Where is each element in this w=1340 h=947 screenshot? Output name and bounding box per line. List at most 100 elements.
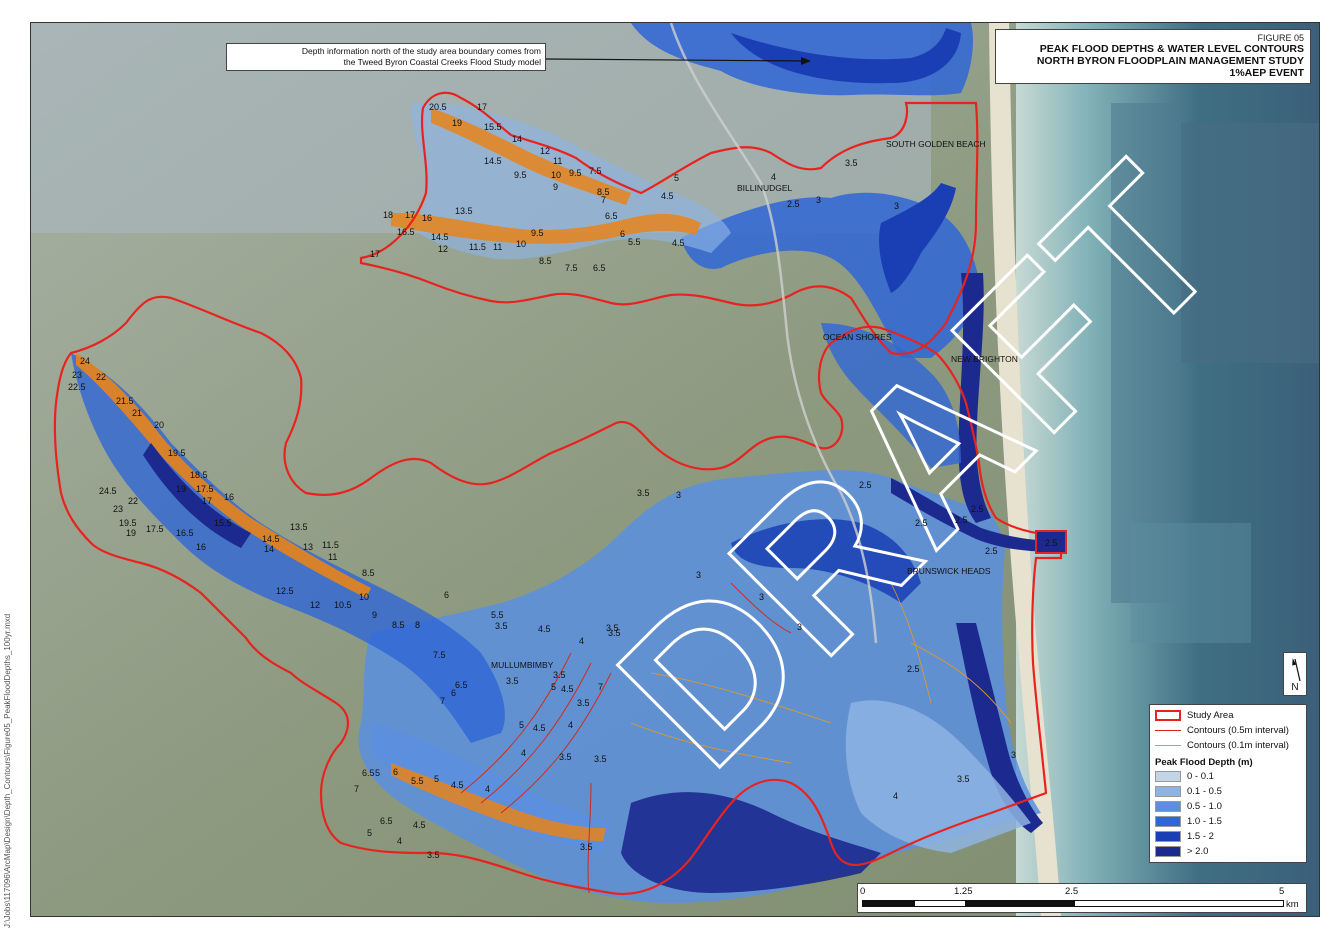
contour-label: 9.5 xyxy=(514,170,527,180)
file-path: J:\Jobs\117096\ArcMap\Design\Depth_Conto… xyxy=(3,613,12,928)
scale-segment-2 xyxy=(914,900,966,907)
contour-label: 4.5 xyxy=(672,238,685,248)
contour-label: 23 xyxy=(72,370,82,380)
legend-class-label: 1.5 - 2 xyxy=(1187,831,1214,842)
place-mullumbimby: MULLUMBIMBY xyxy=(491,660,554,670)
contour-label: 16.5 xyxy=(176,528,194,538)
contour-label: 4.5 xyxy=(538,624,551,634)
scale-segment-3 xyxy=(966,900,1074,907)
contour-label: 5.5 xyxy=(628,237,641,247)
map-frame[interactable]: DRAFT SOUTH GOLDEN BEACH BILLINUDGEL OCE… xyxy=(30,22,1320,917)
contour-label: 3 xyxy=(797,622,802,632)
legend-class-swatch xyxy=(1155,816,1181,827)
map-canvas[interactable]: DRAFT SOUTH GOLDEN BEACH BILLINUDGEL OCE… xyxy=(31,23,1319,916)
place-ocean-shores: OCEAN SHORES xyxy=(823,332,892,342)
legend: Study Area Contours (0.5m interval) Cont… xyxy=(1149,704,1307,863)
contour-label: 9 xyxy=(372,610,377,620)
contour-label: 3 xyxy=(816,195,821,205)
contour-label: 2.5 xyxy=(985,546,998,556)
contour-label: 2.5 xyxy=(971,504,984,514)
contour-label: 21 xyxy=(132,408,142,418)
contour-label: 17 xyxy=(370,249,380,259)
contour-label: 3.5 xyxy=(506,676,519,686)
contour-label: 23 xyxy=(113,504,123,514)
legend-class-label: > 2.0 xyxy=(1187,846,1209,857)
contour-label: 14.5 xyxy=(484,156,502,166)
contour-label: 4 xyxy=(521,748,526,758)
contour-label: 17 xyxy=(405,210,415,220)
contour-label: 20.5 xyxy=(429,102,447,112)
contour-label: 22 xyxy=(96,372,106,382)
legend-contour-05-swatch xyxy=(1155,730,1181,731)
contour-label: 6.5 xyxy=(593,263,606,273)
contour-label: 12.5 xyxy=(276,586,294,596)
contour-label: 19 xyxy=(176,484,186,494)
contour-label: 21.5 xyxy=(116,396,134,406)
legend-contour-01-swatch xyxy=(1155,745,1181,746)
source-note: Depth information north of the study are… xyxy=(226,43,546,71)
contour-label: 22.5 xyxy=(68,382,86,392)
contour-label: 5 xyxy=(551,682,556,692)
contour-label: 6.5 xyxy=(362,768,375,778)
title-block: FIGURE 05 PEAK FLOOD DEPTHS & WATER LEVE… xyxy=(995,29,1311,84)
contour-label: 10 xyxy=(516,239,526,249)
legend-class-label: 0 - 0.1 xyxy=(1187,771,1214,782)
contour-label: 8.5 xyxy=(362,568,375,578)
contour-label: 2.5 xyxy=(915,518,928,528)
source-note-line-2: the Tweed Byron Coastal Creeks Flood Stu… xyxy=(343,57,541,67)
contour-label: 4 xyxy=(485,784,490,794)
legend-depth-title: Peak Flood Depth (m) xyxy=(1155,756,1253,768)
contour-label: 2.5 xyxy=(787,199,800,209)
sea-tile-3 xyxy=(1131,523,1251,643)
north-letter: N xyxy=(1291,682,1299,693)
contour-label: 8.5 xyxy=(392,620,405,630)
contour-label: 5.5 xyxy=(411,776,424,786)
title-line-2: NORTH BYRON FLOODPLAIN MANAGEMENT STUDY xyxy=(1036,55,1304,67)
contour-label: 5 xyxy=(674,173,679,183)
contour-label: 19 xyxy=(126,528,136,538)
legend-class: 0 - 0.1 xyxy=(1155,769,1301,784)
contour-label: 17 xyxy=(202,496,212,506)
contour-label: 6 xyxy=(444,590,449,600)
contour-label: 7.5 xyxy=(589,166,602,176)
contour-label: 2.5 xyxy=(955,515,968,525)
contour-label: 3.5 xyxy=(845,158,858,168)
contour-label: 4 xyxy=(397,836,402,846)
scale-tick-2: 2.5 xyxy=(1065,886,1079,897)
contour-label: 9 xyxy=(553,182,558,192)
contour-label: 17 xyxy=(477,102,487,112)
contour-label: 14 xyxy=(264,544,274,554)
contour-label: 24.5 xyxy=(99,486,117,496)
contour-label: 10.5 xyxy=(334,600,352,610)
contour-label: 13.5 xyxy=(455,206,473,216)
contour-label: 5 xyxy=(367,828,372,838)
legend-study-area-label: Study Area xyxy=(1187,710,1234,721)
contour-label: 4.5 xyxy=(661,191,674,201)
contour-label: 6.5 xyxy=(380,816,393,826)
place-new-brighton: NEW BRIGHTON xyxy=(951,354,1018,364)
contour-label: 4 xyxy=(579,636,584,646)
contour-label: 3.5 xyxy=(608,628,621,638)
place-brunswick-heads: BRUNSWICK HEADS xyxy=(907,566,991,576)
contour-label: 24 xyxy=(80,356,90,366)
contour-label: 3.5 xyxy=(553,670,566,680)
contour-label: 4.5 xyxy=(561,684,574,694)
legend-contour-05-label: Contours (0.5m interval) xyxy=(1187,725,1289,736)
legend-contour-05: Contours (0.5m interval) xyxy=(1155,723,1301,738)
scale-segment-1 xyxy=(862,900,914,907)
contour-label: 7 xyxy=(354,784,359,794)
contour-label: 14 xyxy=(512,134,522,144)
contour-label: 3 xyxy=(696,570,701,580)
legend-class: 0.5 - 1.0 xyxy=(1155,799,1301,814)
contour-label: 4.5 xyxy=(413,820,426,830)
contour-label: 3 xyxy=(676,490,681,500)
north-arrow: N xyxy=(1283,652,1307,696)
contour-label: 3.5 xyxy=(577,698,590,708)
contour-label: 3.5 xyxy=(580,842,593,852)
contour-label: 12 xyxy=(438,244,448,254)
scale-tick-3: 5 xyxy=(1279,886,1285,897)
contour-label: 3 xyxy=(759,592,764,602)
contour-label: 15.5 xyxy=(214,518,232,528)
place-south-golden-beach: SOUTH GOLDEN BEACH xyxy=(886,139,986,149)
contour-label: 4 xyxy=(893,791,898,801)
